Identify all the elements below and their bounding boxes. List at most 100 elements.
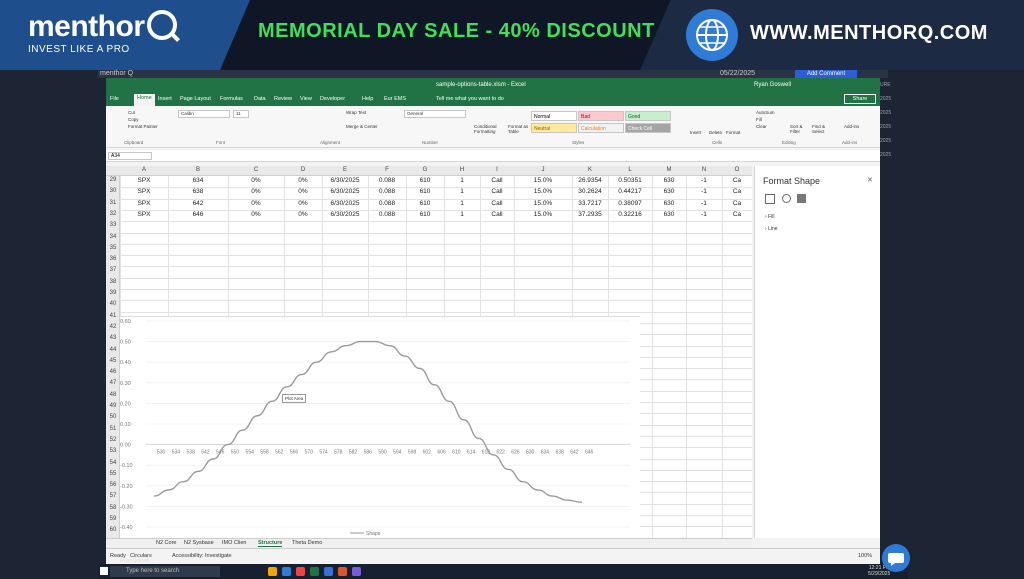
table-cell[interactable]: 630 <box>652 188 686 195</box>
name-box[interactable]: A34 <box>108 152 152 160</box>
table-cell[interactable]: 642 <box>168 200 228 207</box>
row-header-39[interactable]: 39 <box>106 290 120 296</box>
row-header-48[interactable]: 48 <box>106 392 120 398</box>
font-size-select[interactable]: 11 <box>233 110 249 118</box>
excel-icon[interactable] <box>310 567 319 576</box>
column-header-d[interactable]: D <box>284 167 322 173</box>
formula-bar[interactable]: A34 <box>106 150 880 162</box>
column-header-m[interactable]: M <box>652 167 686 173</box>
table-cell[interactable]: 634 <box>168 177 228 184</box>
table-cell[interactable]: 638 <box>168 188 228 195</box>
table-cell[interactable]: 0% <box>284 188 322 195</box>
table-cell[interactable]: 0% <box>228 211 284 218</box>
pane-line-section[interactable]: › Line <box>765 226 778 232</box>
cut-button[interactable]: Cut <box>128 110 135 115</box>
conditional-formatting-button[interactable]: Conditional Formatting <box>474 124 504 134</box>
copy-button[interactable]: Copy <box>128 117 139 122</box>
row-header-43[interactable]: 43 <box>106 335 120 341</box>
row-header-51[interactable]: 51 <box>106 426 120 432</box>
autosum-button[interactable]: AutoSum <box>756 110 775 115</box>
row-header-47[interactable]: 47 <box>106 380 120 386</box>
ribbon-tab-help[interactable]: Help <box>362 96 373 102</box>
format-painter-button[interactable]: Format Painter <box>128 124 158 129</box>
table-cell[interactable]: 0.38097 <box>608 200 652 207</box>
table-cell[interactable]: 610 <box>406 200 444 207</box>
table-cell[interactable]: 0.32216 <box>608 211 652 218</box>
table-cell[interactable]: SPX <box>120 200 168 207</box>
sheet-tab-imo-clien[interactable]: IMO Clien <box>222 540 246 546</box>
column-header-h[interactable]: H <box>444 167 480 173</box>
ribbon-tab-eur-ems[interactable]: Eur EMS <box>384 96 406 102</box>
table-cell[interactable]: 610 <box>406 211 444 218</box>
fill-line-icon[interactable] <box>765 194 775 204</box>
table-cell[interactable]: 15.0% <box>514 211 572 218</box>
ribbon-tab-page-layout[interactable]: Page Layout <box>180 96 211 102</box>
signed-in-user[interactable]: Ryan Goswell <box>754 82 791 88</box>
row-header-57[interactable]: 57 <box>106 493 120 499</box>
table-cell[interactable]: 0% <box>228 188 284 195</box>
table-cell[interactable]: Call <box>480 177 514 184</box>
table-cell[interactable]: 1 <box>444 211 480 218</box>
table-cell[interactable]: 15.0% <box>514 200 572 207</box>
table-cell[interactable]: Ca <box>722 211 752 218</box>
website-url[interactable]: WWW.MENTHORQ.COM <box>750 22 988 45</box>
table-cell[interactable]: -1 <box>686 211 722 218</box>
style-bad[interactable]: Bad <box>578 111 624 121</box>
line-chart[interactable]: 0.60 0.50 0.40 0.30 0.20 0.10 0.00 -0.10 -0.20 -0… <box>120 316 640 538</box>
merge-center-button[interactable]: Merge & Center <box>346 124 378 129</box>
style-neutral[interactable]: Neutral <box>531 123 577 133</box>
effects-icon[interactable] <box>782 194 791 203</box>
sheet-tab-structure[interactable]: Structure <box>258 540 283 547</box>
row-header-38[interactable]: 38 <box>106 279 120 285</box>
table-cell[interactable]: 646 <box>168 211 228 218</box>
ribbon-tab-home[interactable]: Home <box>134 94 155 106</box>
row-header-33[interactable]: 33 <box>106 222 120 228</box>
row-header-54[interactable]: 54 <box>106 460 120 466</box>
row-header-44[interactable]: 44 <box>106 347 120 353</box>
ribbon-tab-file[interactable]: File <box>110 96 119 102</box>
row-header-53[interactable]: 53 <box>106 448 120 454</box>
row-header-49[interactable]: 49 <box>106 403 120 409</box>
table-cell[interactable]: 6/30/2025 <box>322 200 368 207</box>
table-cell[interactable]: Ca <box>722 177 752 184</box>
column-header-b[interactable]: B <box>168 167 228 173</box>
table-cell[interactable]: 0% <box>228 200 284 207</box>
table-cell[interactable]: Call <box>480 211 514 218</box>
insert-cells-button[interactable]: Insert <box>690 130 701 135</box>
taskbar-search[interactable]: Type here to search <box>110 566 220 577</box>
sheet-tab-theta-demo[interactable]: Theta Demo <box>292 540 322 546</box>
table-cell[interactable]: 0.088 <box>368 211 406 218</box>
add-comment-button[interactable]: Add Comment <box>795 70 857 78</box>
ribbon-tab-formulas[interactable]: Formulas <box>220 96 243 102</box>
sort-filter-button[interactable]: Sort & Filter <box>790 124 808 134</box>
table-cell[interactable]: 610 <box>406 177 444 184</box>
table-cell[interactable]: 0.50351 <box>608 177 652 184</box>
ribbon-tab-data[interactable]: Data <box>254 96 266 102</box>
delete-cells-button[interactable]: Delete <box>709 130 722 135</box>
table-cell[interactable]: 1 <box>444 177 480 184</box>
close-icon[interactable]: ✕ <box>867 176 873 184</box>
table-cell[interactable]: -1 <box>686 200 722 207</box>
column-header-e[interactable]: E <box>322 167 368 173</box>
ribbon-tab-insert[interactable]: Insert <box>158 96 172 102</box>
edge-icon[interactable] <box>282 567 291 576</box>
style-calculation[interactable]: Calculation <box>578 123 624 133</box>
wrap-text-button[interactable]: Wrap Text <box>346 110 366 115</box>
table-cell[interactable]: 0.088 <box>368 200 406 207</box>
row-header-35[interactable]: 35 <box>106 245 120 251</box>
row-header-52[interactable]: 52 <box>106 437 120 443</box>
table-cell[interactable]: Call <box>480 200 514 207</box>
table-cell[interactable]: 0.088 <box>368 188 406 195</box>
table-cell[interactable]: 30.2624 <box>572 188 608 195</box>
table-cell[interactable]: 630 <box>652 211 686 218</box>
row-header-41[interactable]: 41 <box>106 313 120 319</box>
table-cell[interactable]: 1 <box>444 200 480 207</box>
table-cell[interactable]: 630 <box>652 177 686 184</box>
style-good[interactable]: Good <box>625 111 671 121</box>
table-cell[interactable]: 26.9354 <box>572 177 608 184</box>
teams-icon[interactable] <box>352 567 361 576</box>
sheet-tab-n2-core[interactable]: N2 Core <box>156 540 176 546</box>
ribbon-tab-review[interactable]: Review <box>274 96 292 102</box>
table-cell[interactable]: 6/30/2025 <box>322 188 368 195</box>
column-header-j[interactable]: J <box>514 167 572 173</box>
